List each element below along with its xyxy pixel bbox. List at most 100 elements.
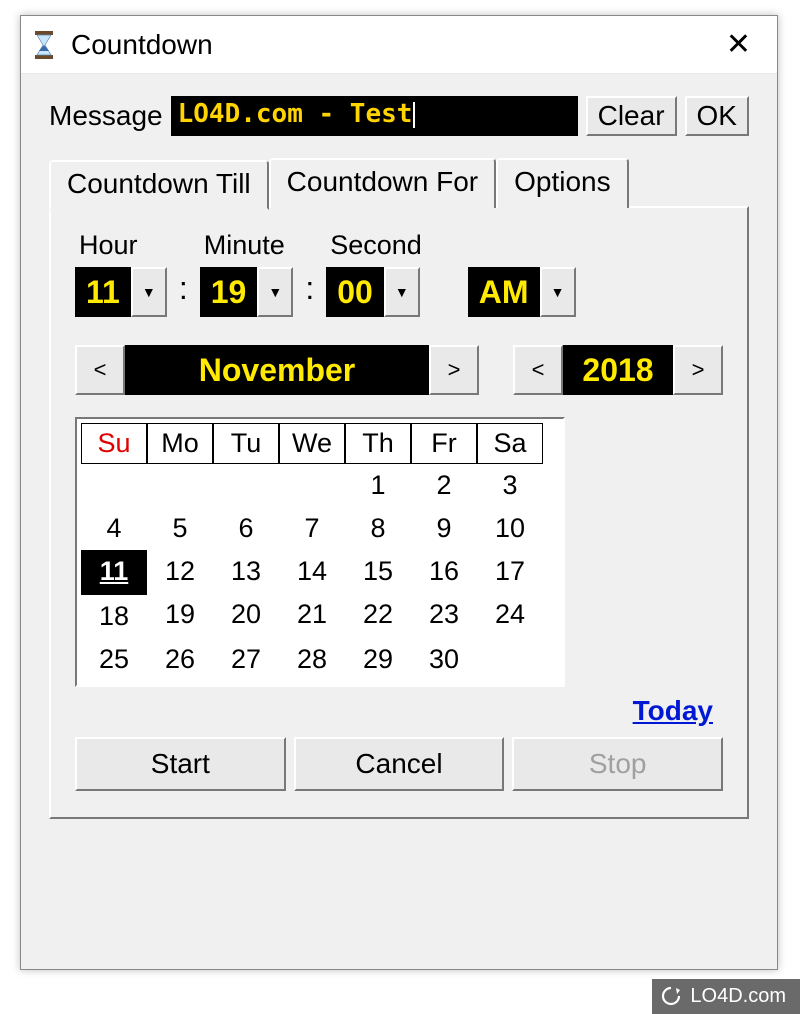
calendar-day-header: Tu [213,423,279,464]
second-label: Second [326,230,422,261]
minute-value: 19 [200,267,258,317]
calendar-day[interactable]: 15 [345,550,411,593]
calendar-day[interactable]: 27 [213,638,279,681]
chevron-down-icon: ▼ [551,284,565,300]
close-button[interactable]: ✕ [712,23,765,66]
tab-countdown-for[interactable]: Countdown For [269,158,496,208]
year-next-button[interactable]: > [673,345,723,395]
dialog-content: Message LO4D.com - Test Clear OK Countdo… [21,74,777,841]
calendar-day[interactable]: 28 [279,638,345,681]
second-combo[interactable]: 00 ▼ [326,267,420,317]
calendar-day-header: We [279,423,345,464]
calendar-day[interactable]: 9 [411,507,477,550]
calendar-day[interactable]: 7 [279,507,345,550]
refresh-icon [660,985,682,1007]
message-input[interactable]: LO4D.com - Test [171,96,578,136]
watermark-text: LO4D.com [690,985,786,1008]
start-button[interactable]: Start [75,737,286,791]
watermark: LO4D.com [652,979,800,1014]
hour-dropdown-button[interactable]: ▼ [131,267,167,317]
tab-panel-till: Hour 11 ▼ : Minute 19 [49,206,749,819]
ok-button[interactable]: OK [685,96,749,136]
hour-column: Hour 11 ▼ [75,230,167,317]
spacer [479,345,513,395]
calendar-day[interactable]: 14 [279,550,345,593]
minute-combo[interactable]: 19 ▼ [200,267,294,317]
year-display: 2018 [563,345,673,395]
calendar-day[interactable]: 3 [477,464,543,507]
calendar-day[interactable]: 17 [477,550,543,593]
calendar-day[interactable]: 30 [411,638,477,681]
window-title: Countdown [71,29,712,61]
hour-combo[interactable]: 11 ▼ [75,267,167,317]
clear-button[interactable]: Clear [586,96,677,136]
titlebar: Countdown ✕ [21,16,777,74]
month-year-row: < November > < 2018 > [75,345,723,395]
calendar-day[interactable]: 29 [345,638,411,681]
calendar-day[interactable]: 12 [147,550,213,593]
ampm-dropdown-button[interactable]: ▼ [540,267,576,317]
chevron-left-icon: < [94,357,107,383]
calendar-blank [279,464,345,507]
calendar-day-header: Mo [147,423,213,464]
month-prev-button[interactable]: < [75,345,125,395]
year-prev-button[interactable]: < [513,345,563,395]
calendar-day[interactable]: 1 [345,464,411,507]
message-value: LO4D.com - Test [178,99,413,129]
message-row: Message LO4D.com - Test Clear OK [49,96,749,136]
calendar-day[interactable]: 16 [411,550,477,593]
chevron-down-icon: ▼ [142,284,156,300]
month-display: November [125,345,429,395]
time-picker-row: Hour 11 ▼ : Minute 19 [75,230,723,317]
calendar-grid: SuMoTuWeThFrSa12345678910111213141516171… [81,423,559,681]
calendar-day[interactable]: 6 [213,507,279,550]
calendar-day[interactable]: 2 [411,464,477,507]
calendar-day[interactable]: 24 [477,593,543,638]
calendar-blank [147,464,213,507]
chevron-down-icon: ▼ [395,284,409,300]
chevron-left-icon: < [532,357,545,383]
calendar-day[interactable]: 23 [411,593,477,638]
second-value: 00 [326,267,384,317]
chevron-right-icon: > [448,357,461,383]
hour-label: Hour [75,230,138,261]
today-link-wrap: Today [75,695,713,727]
calendar-day[interactable]: 4 [81,507,147,550]
hourglass-icon [33,31,55,59]
calendar: SuMoTuWeThFrSa12345678910111213141516171… [75,417,565,687]
cancel-button[interactable]: Cancel [294,737,505,791]
tab-countdown-till[interactable]: Countdown Till [49,160,269,210]
minute-label: Minute [200,230,285,261]
colon-separator: : [177,270,190,317]
calendar-day[interactable]: 26 [147,638,213,681]
message-label: Message [49,100,163,132]
calendar-day[interactable]: 20 [213,593,279,638]
colon-separator: : [303,270,316,317]
calendar-day[interactable]: 18 [81,593,147,638]
tab-options[interactable]: Options [496,158,629,208]
countdown-dialog: Countdown ✕ Message LO4D.com - Test Clea… [20,15,778,970]
calendar-day[interactable]: 22 [345,593,411,638]
minute-dropdown-button[interactable]: ▼ [257,267,293,317]
tabs: Countdown Till Countdown For Options Hou… [49,158,749,819]
calendar-day[interactable]: 11 [81,550,147,593]
calendar-day-header: Th [345,423,411,464]
calendar-day[interactable]: 13 [213,550,279,593]
calendar-blank [81,464,147,507]
second-dropdown-button[interactable]: ▼ [384,267,420,317]
calendar-day[interactable]: 25 [81,638,147,681]
calendar-day[interactable]: 8 [345,507,411,550]
ampm-value: AM [468,267,540,317]
chevron-right-icon: > [692,357,705,383]
ampm-combo[interactable]: AM ▼ [468,267,576,317]
second-column: Second 00 ▼ [326,230,422,317]
today-link[interactable]: Today [633,695,713,726]
calendar-day-header: Fr [411,423,477,464]
chevron-down-icon: ▼ [268,284,282,300]
calendar-day[interactable]: 5 [147,507,213,550]
calendar-blank [213,464,279,507]
month-next-button[interactable]: > [429,345,479,395]
calendar-day[interactable]: 19 [147,593,213,638]
calendar-day[interactable]: 10 [477,507,543,550]
calendar-day[interactable]: 21 [279,593,345,638]
